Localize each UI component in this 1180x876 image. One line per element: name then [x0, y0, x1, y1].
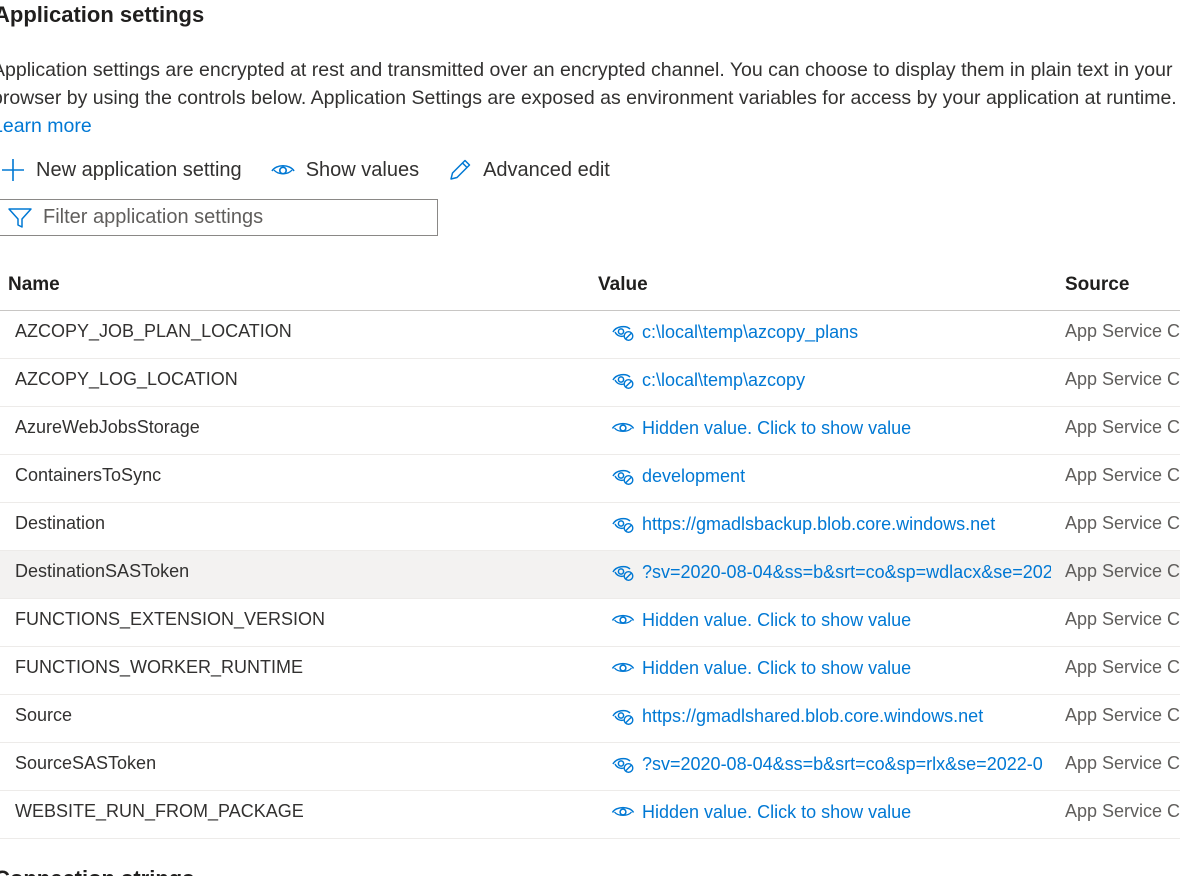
- column-header-name[interactable]: Name: [8, 274, 60, 296]
- setting-source: App Service Config: [1065, 465, 1180, 485]
- eye-slash-icon: [611, 561, 637, 583]
- setting-value[interactable]: development: [611, 465, 1051, 487]
- setting-value[interactable]: c:\local\temp\azcopy_plans: [611, 321, 1051, 343]
- section-title: Application settings: [0, 2, 205, 27]
- eye-slash-icon: [611, 705, 637, 727]
- eye-icon: [611, 609, 637, 631]
- setting-value[interactable]: c:\local\temp\azcopy: [611, 369, 1051, 391]
- setting-value-text: ?sv=2020-08-04&ss=b&srt=co&sp=wdlacx&se=…: [642, 561, 1051, 582]
- learn-more-link[interactable]: Learn more: [0, 115, 92, 137]
- setting-source: App Service Config: [1065, 417, 1180, 437]
- setting-name[interactable]: ContainersToSync: [15, 465, 161, 486]
- pencil-icon: [445, 155, 475, 185]
- eye-slash-icon: [611, 369, 637, 391]
- setting-value-text: ?sv=2020-08-04&ss=b&srt=co&sp=rlx&se=202…: [642, 753, 1043, 774]
- setting-name[interactable]: WEBSITE_RUN_FROM_PACKAGE: [15, 801, 304, 822]
- table-row[interactable]: WEBSITE_RUN_FROM_PACKAGE Hidden value. C…: [0, 791, 1180, 839]
- table-row[interactable]: FUNCTIONS_EXTENSION_VERSION Hidden value…: [0, 599, 1180, 647]
- connection-strings-title: Connection strings: [0, 866, 194, 876]
- setting-value[interactable]: Hidden value. Click to show value: [611, 657, 1051, 679]
- setting-source: App Service Config: [1065, 513, 1180, 533]
- setting-source: App Service Config: [1065, 609, 1180, 629]
- setting-source: App Service Config: [1065, 321, 1180, 341]
- setting-source: App Service Config: [1065, 561, 1180, 581]
- setting-value[interactable]: Hidden value. Click to show value: [611, 609, 1051, 631]
- plus-icon: [0, 155, 28, 185]
- table-row-selected[interactable]: DestinationSASToken ?sv=2020-08-04&ss=b&…: [0, 551, 1180, 599]
- column-header-source[interactable]: Source: [1065, 274, 1129, 296]
- setting-name[interactable]: AZCOPY_LOG_LOCATION: [15, 369, 238, 390]
- setting-name[interactable]: Destination: [15, 513, 105, 534]
- eye-icon: [268, 155, 298, 185]
- filter-icon: [7, 205, 33, 231]
- setting-name[interactable]: FUNCTIONS_WORKER_RUNTIME: [15, 657, 303, 678]
- table-row[interactable]: Destination https://gmadlsbackup.blob.co…: [0, 503, 1180, 551]
- filter-box: [0, 199, 438, 236]
- eye-slash-icon: [611, 321, 637, 343]
- setting-value[interactable]: ?sv=2020-08-04&ss=b&srt=co&sp=rlx&se=202…: [611, 753, 1051, 775]
- app-settings-page: Application settings Application setting…: [0, 0, 1180, 876]
- setting-name[interactable]: AzureWebJobsStorage: [15, 417, 200, 438]
- setting-value[interactable]: Hidden value. Click to show value: [611, 801, 1051, 823]
- setting-source: App Service Config: [1065, 369, 1180, 389]
- setting-value-text: development: [642, 465, 746, 486]
- show-values-label: Show values: [305, 158, 420, 181]
- setting-value-text: Hidden value. Click to show value: [642, 801, 912, 822]
- setting-value-text: Hidden value. Click to show value: [642, 657, 912, 678]
- setting-value-text: https://gmadlsbackup.blob.core.windows.n…: [642, 513, 996, 534]
- table-row[interactable]: AZCOPY_LOG_LOCATION c:\local\temp\azcopy…: [0, 359, 1180, 407]
- setting-value[interactable]: https://gmadlsbackup.blob.core.windows.n…: [611, 513, 1051, 535]
- setting-name[interactable]: SourceSASToken: [15, 753, 156, 774]
- table-row[interactable]: Source https://gmadlshared.blob.core.win…: [0, 695, 1180, 743]
- setting-source: App Service Config: [1065, 657, 1180, 677]
- command-bar: New application setting Show values Adva…: [0, 152, 636, 188]
- show-values-button[interactable]: Show values: [268, 155, 419, 185]
- advanced-edit-button[interactable]: Advanced edit: [445, 155, 610, 185]
- setting-value-text: https://gmadlshared.blob.core.windows.ne…: [642, 705, 984, 726]
- setting-value-text: c:\local\temp\azcopy: [642, 369, 806, 390]
- setting-source: App Service Config: [1065, 801, 1180, 821]
- eye-icon: [611, 801, 637, 823]
- setting-source: App Service Config: [1065, 753, 1180, 773]
- setting-value[interactable]: ?sv=2020-08-04&ss=b&srt=co&sp=wdlacx&se=…: [611, 561, 1051, 583]
- column-header-value[interactable]: Value: [598, 274, 648, 296]
- new-application-setting-label: New application setting: [36, 158, 242, 181]
- setting-name[interactable]: Source: [15, 705, 72, 726]
- setting-value-text: Hidden value. Click to show value: [642, 417, 912, 438]
- setting-value[interactable]: https://gmadlshared.blob.core.windows.ne…: [611, 705, 1051, 727]
- eye-icon: [611, 657, 637, 679]
- new-application-setting-button[interactable]: New application setting: [0, 155, 242, 185]
- description-text: Application settings are encrypted at re…: [0, 59, 1177, 109]
- table-row[interactable]: ContainersToSync development App Service…: [0, 455, 1180, 503]
- section-description: Application settings are encrypted at re…: [0, 56, 1180, 140]
- table-row[interactable]: FUNCTIONS_WORKER_RUNTIME Hidden value. C…: [0, 647, 1180, 695]
- setting-value-text: Hidden value. Click to show value: [642, 609, 912, 630]
- eye-slash-icon: [611, 513, 637, 535]
- setting-name[interactable]: AZCOPY_JOB_PLAN_LOCATION: [15, 321, 292, 342]
- setting-name[interactable]: FUNCTIONS_EXTENSION_VERSION: [15, 609, 325, 630]
- table-row[interactable]: AzureWebJobsStorage Hidden value. Click …: [0, 407, 1180, 455]
- setting-name[interactable]: DestinationSASToken: [15, 561, 189, 582]
- advanced-edit-label: Advanced edit: [483, 158, 610, 181]
- setting-value-text: c:\local\temp\azcopy_plans: [642, 321, 859, 342]
- table-row[interactable]: AZCOPY_JOB_PLAN_LOCATION c:\local\temp\a…: [0, 311, 1180, 359]
- table-row[interactable]: SourceSASToken ?sv=2020-08-04&ss=b&srt=c…: [0, 743, 1180, 791]
- eye-slash-icon: [611, 753, 637, 775]
- setting-source: App Service Config: [1065, 705, 1180, 725]
- eye-icon: [611, 417, 637, 439]
- setting-value[interactable]: Hidden value. Click to show value: [611, 417, 1051, 439]
- eye-slash-icon: [611, 465, 637, 487]
- filter-input[interactable]: [43, 206, 437, 229]
- grid-header: Name Value Source: [0, 262, 1180, 311]
- settings-grid: Name Value Source AZCOPY_JOB_PLAN_LOCATI…: [0, 262, 1180, 839]
